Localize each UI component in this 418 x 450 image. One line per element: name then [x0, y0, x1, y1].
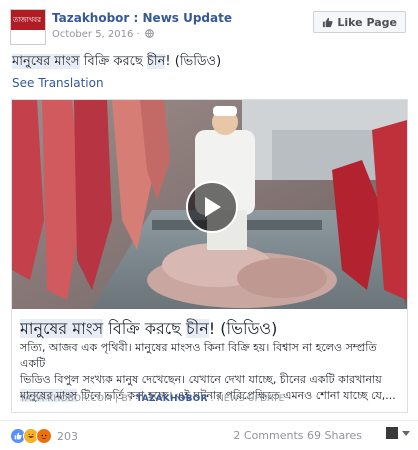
- angry-reaction-icon: [36, 428, 52, 444]
- reactions-summary[interactable]: 203: [10, 428, 78, 444]
- globe-icon: [145, 29, 154, 38]
- link-attachment[interactable]: মানুষের মাংস বিক্রি করছে চীন! (ভিডিও) সত…: [11, 99, 408, 413]
- page-name-link[interactable]: Tazakhobor: [52, 11, 129, 25]
- like-page-label: Like Page: [337, 15, 397, 29]
- page-avatar[interactable]: তাজাখবর: [10, 9, 46, 45]
- post-text-part-4: ! (ভিডিও): [165, 54, 222, 69]
- link-title-part-3: চীন: [186, 319, 209, 338]
- page-title: Tazakhobor : News Update: [52, 11, 232, 25]
- avatar-logo-text: তাজাখবর: [13, 16, 41, 24]
- post-date[interactable]: October 5, 2016 ·: [52, 29, 140, 40]
- facebook-post-card: তাজাখবর Tazakhobor : News Update October…: [0, 0, 418, 450]
- post-footer: 203 2 Comments 69 Shares: [0, 420, 418, 445]
- play-icon: [205, 197, 221, 217]
- desc-line-1: সত্যি, আজব এক পৃথিবী। মানুষের মাংসও কিনা…: [20, 341, 377, 370]
- play-button[interactable]: [186, 181, 238, 233]
- engagement-stats: 2 Comments 69 Shares: [233, 429, 362, 442]
- source-by: | BY: [115, 394, 134, 404]
- viewer-avatar[interactable]: [386, 427, 398, 439]
- post-text-part-2: বিক্রি করছে: [79, 54, 147, 69]
- link-title[interactable]: মানুষের মাংস বিক্রি করছে চীন! (ভিডিও): [20, 316, 277, 343]
- link-title-part-4: ! (ভিডিও): [208, 319, 278, 338]
- post-text-link-2[interactable]: চীন: [146, 54, 166, 69]
- post-meta: October 5, 2016 ·: [52, 29, 154, 40]
- video-thumbnail[interactable]: [12, 100, 407, 309]
- post-text-link-1[interactable]: মানুষের মাংস: [12, 54, 80, 69]
- post-message: মানুষের মাংস বিক্রি করছে চীন! (ভিডিও): [12, 52, 221, 73]
- source-page-link[interactable]: TAZAKHOBOR: [136, 394, 208, 404]
- like-page-button[interactable]: Like Page: [313, 11, 406, 33]
- link-title-part-2: বিক্রি করছে: [103, 319, 187, 338]
- like-thumb-icon: [323, 17, 333, 27]
- shares-count[interactable]: 69 Shares: [307, 429, 362, 442]
- page-name-suffix[interactable]: : News Update: [134, 11, 232, 25]
- link-title-part-1: মানুষের মাংস: [20, 319, 104, 338]
- link-source: TAZA-KHOBOR.COM | BY TAZAKHOBOR : NEWS U…: [20, 394, 285, 404]
- reaction-count: 203: [57, 429, 78, 443]
- caret-down-icon[interactable]: [402, 431, 410, 436]
- desc-line-2: ভিডিও বিপুল সংখ্যক মানুষ দেখেছেন। যেখানে…: [20, 373, 382, 386]
- source-suffix: : NEWS UPDATE: [210, 394, 285, 404]
- comments-count[interactable]: 2 Comments: [233, 429, 303, 442]
- source-domain: TAZA-KHOBOR.COM: [20, 394, 113, 404]
- see-translation-link[interactable]: See Translation: [12, 76, 104, 90]
